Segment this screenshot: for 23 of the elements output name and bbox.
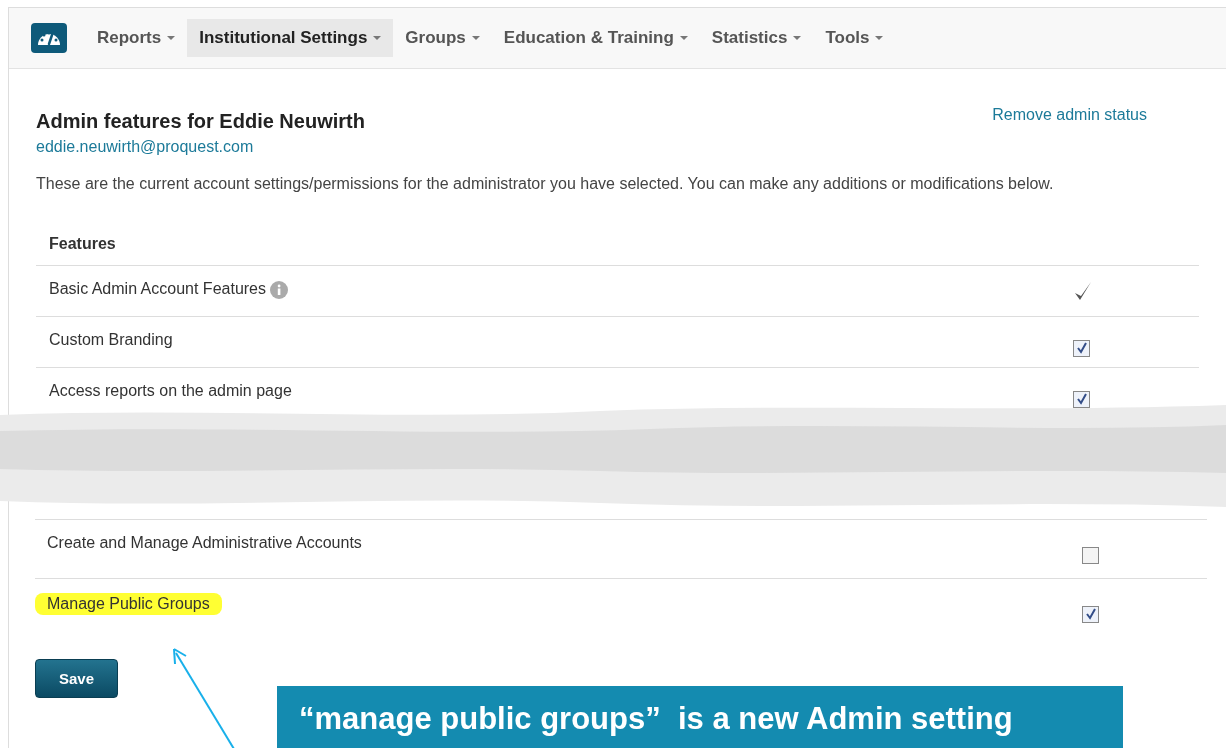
checkbox[interactable]	[1082, 546, 1099, 564]
gauge-logo-icon[interactable]	[31, 23, 67, 53]
save-button[interactable]: Save	[35, 659, 118, 698]
feature-label: Custom Branding	[49, 331, 173, 349]
feature-label: Basic Admin Account Features	[49, 280, 266, 298]
remove-admin-link[interactable]: Remove admin status	[992, 106, 1147, 156]
nav-menu-item[interactable]: Groups	[393, 19, 492, 57]
feature-label: Access reports on the admin page	[49, 382, 292, 400]
nav-menu-item[interactable]: Tools	[813, 19, 896, 57]
page-title: Admin features for Eddie Neuwirth	[36, 110, 365, 133]
checkbox[interactable]	[1073, 339, 1090, 357]
nav-menu-item[interactable]: Statistics	[699, 19, 814, 57]
column-header: Features	[49, 235, 116, 252]
email-link[interactable]: eddie.neuwirth@proquest.com	[36, 138, 254, 156]
checkbox[interactable]	[1082, 605, 1099, 623]
intro-text: These are the current account settings/permissions for the administrator you have selected. You can make any additions or modifications below.	[36, 175, 1055, 193]
feature-label: Manage Public Groups	[35, 593, 222, 615]
nav-menu-item[interactable]: Institutional Settings	[187, 19, 394, 57]
nav-menu-item[interactable]: Reports	[85, 19, 188, 57]
feature-label: Create and Manage Administrative Accounts	[47, 534, 362, 552]
nav-menu-item[interactable]: Education & Training	[491, 19, 700, 57]
callout-banner: “manage public groups” is a new Admin setting	[277, 686, 1123, 748]
checkbox[interactable]	[1073, 390, 1090, 408]
